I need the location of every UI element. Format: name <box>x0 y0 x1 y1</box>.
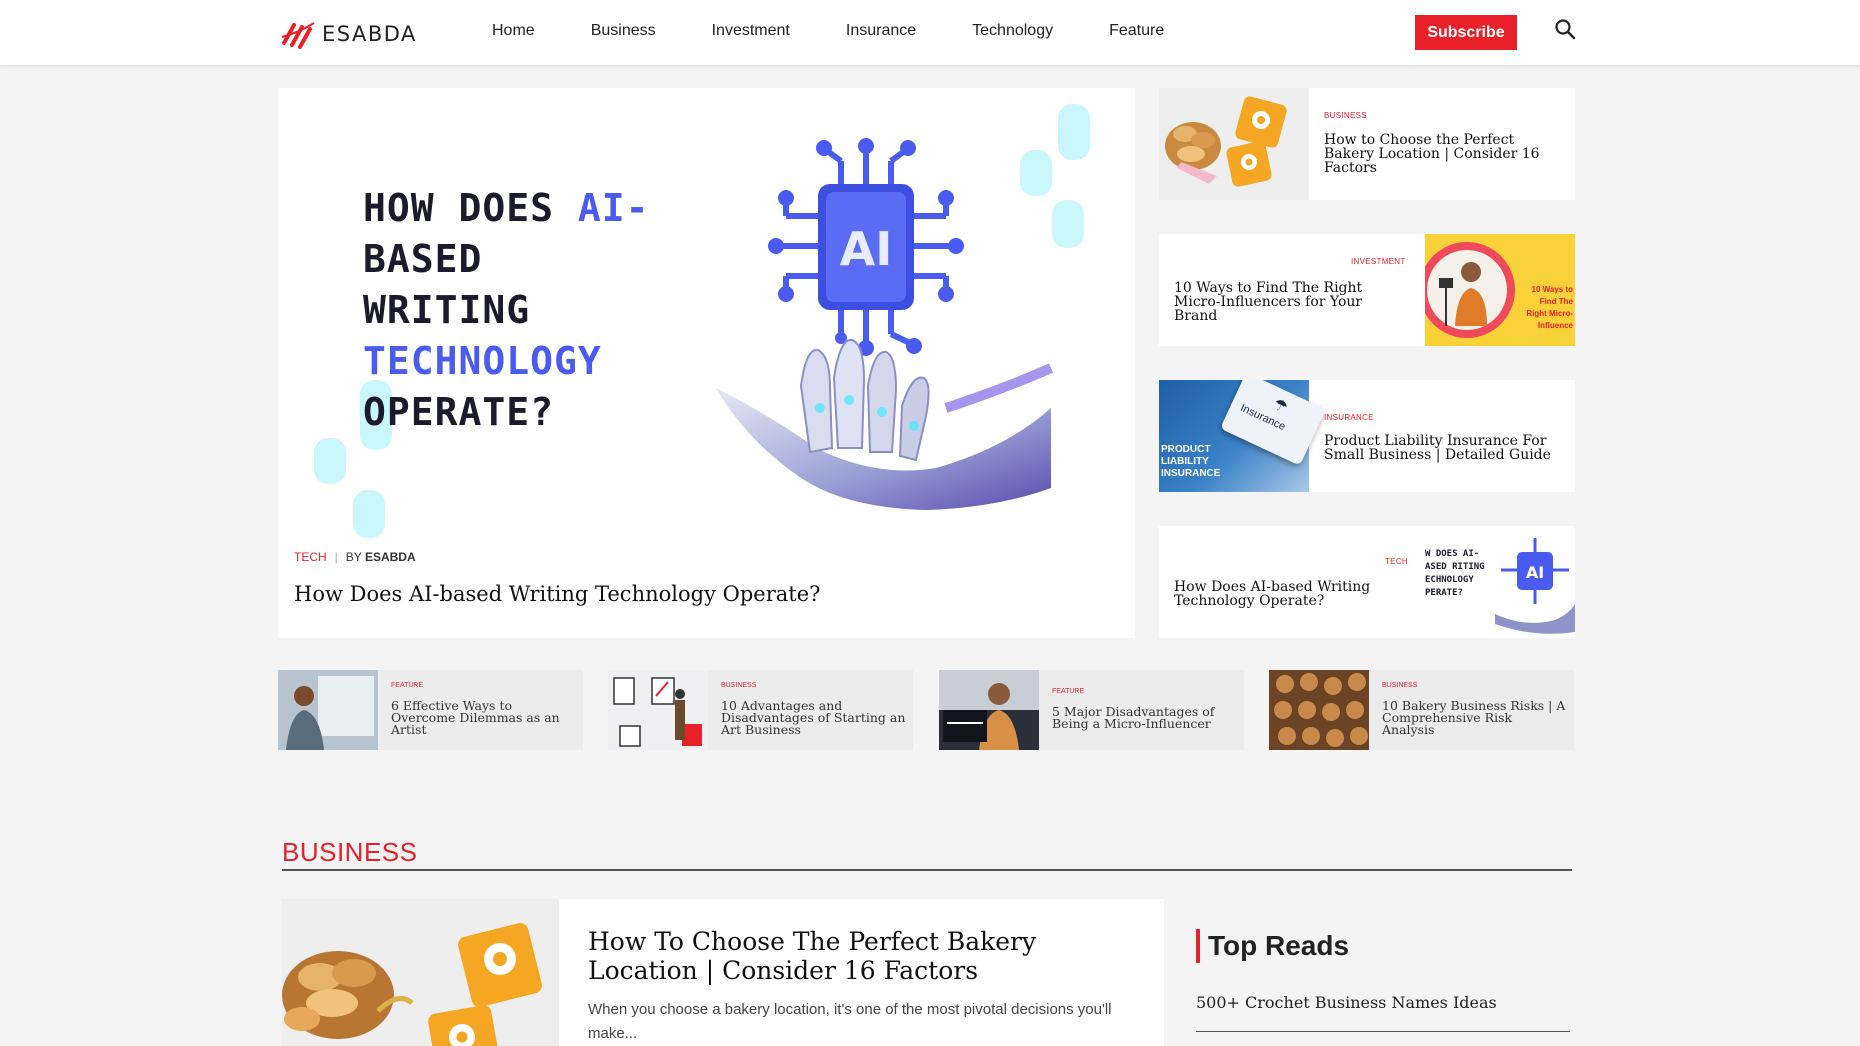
side-card-category[interactable]: INVESTMENT <box>1351 257 1406 266</box>
side-card-title[interactable]: How Does AI-based Writing Technology Ope… <box>1174 580 1384 608</box>
strip-card-4[interactable]: BUSINESS 10 Bakery Business Risks | A Co… <box>1269 670 1574 750</box>
section-divider <box>282 869 1572 871</box>
art-line-3: WRITING <box>363 288 531 332</box>
influencer-thumbnail[interactable]: 10 Ways to Find The Right Micro-Influenc… <box>1425 234 1575 346</box>
search-icon[interactable] <box>1554 18 1576 40</box>
bakery-risks-thumbnail[interactable] <box>1269 670 1369 750</box>
hero-meta: TECH | BY ESABDA <box>294 550 416 564</box>
bakery-featured-thumbnail[interactable] <box>282 899 559 1046</box>
top-reads-divider <box>1196 1031 1570 1032</box>
strip-card-title[interactable]: 5 Major Disadvantages of Being a Micro-I… <box>1052 705 1237 730</box>
side-card-category[interactable]: BUSINESS <box>1324 111 1367 120</box>
side-card-title[interactable]: How to Choose the Perfect Bakery Locatio… <box>1324 133 1554 175</box>
nav-feature[interactable]: Feature <box>1109 22 1164 40</box>
hero-art-title: HOW DOES AI- BASED WRITING TECHNOLOGY OP… <box>363 183 650 438</box>
side-card-2[interactable]: INVESTMENT 10 Ways to Find The Right Mic… <box>1159 234 1575 346</box>
bakery-thumbnail[interactable] <box>1159 88 1309 200</box>
artist-thumbnail[interactable] <box>278 670 378 750</box>
side-card-3[interactable]: Insurance ☂ PRODUCT LIABILITY INSURANCE … <box>1159 380 1575 492</box>
side-card-4[interactable]: TECH How Does AI-based Writing Technolog… <box>1159 526 1575 638</box>
art-line-4: TECHNOLOGY <box>363 339 602 383</box>
hero-byline: BY ESABDA <box>346 550 416 564</box>
strip-card-category[interactable]: BUSINESS <box>1382 682 1417 689</box>
micro-influencer-thumbnail[interactable] <box>939 670 1039 750</box>
art-line-1-highlight: AI- <box>577 186 650 230</box>
svg-text:AI: AI <box>840 222 893 276</box>
nav-home[interactable]: Home <box>492 22 535 40</box>
nav-insurance[interactable]: Insurance <box>846 22 916 40</box>
hero-category[interactable]: TECH <box>294 550 327 564</box>
business-featured-card[interactable]: How To Choose The Perfect Bakery Locatio… <box>282 899 1164 1046</box>
side-card-1[interactable]: BUSINESS How to Choose the Perfect Baker… <box>1159 88 1575 200</box>
business-featured-title[interactable]: How To Choose The Perfect Bakery Locatio… <box>588 927 1148 985</box>
hero-image[interactable]: HOW DOES AI- BASED WRITING TECHNOLOGY OP… <box>278 88 1135 538</box>
umbrella-icon: ☂ <box>1270 395 1291 418</box>
ai-thumbnail[interactable]: W DOES AI- ASED RITING ECHNOLOGY PERATE?… <box>1425 526 1575 638</box>
side-card-title[interactable]: 10 Ways to Find The Right Micro-Influenc… <box>1174 281 1384 323</box>
keyboard-key-graphic: Insurance ☂ <box>1220 380 1326 466</box>
hero-article[interactable]: HOW DOES AI- BASED WRITING TECHNOLOGY OP… <box>278 88 1135 638</box>
ai-chip-icon: AI <box>768 138 964 356</box>
nav-investment[interactable]: Investment <box>712 22 790 40</box>
strip-card-title[interactable]: 10 Bakery Business Risks | A Comprehensi… <box>1382 699 1567 736</box>
business-featured-excerpt: When you choose a bakery location, it's … <box>588 1001 1112 1042</box>
section-heading-business[interactable]: BUSINESS <box>282 837 418 868</box>
brand-mark-icon <box>281 22 315 49</box>
by-prefix: BY <box>345 550 362 564</box>
side-card-category[interactable]: INSURANCE <box>1324 413 1374 422</box>
strip-card-title[interactable]: 10 Advantages and Disadvantages of Start… <box>721 699 906 736</box>
subscribe-button[interactable]: Subscribe <box>1415 15 1517 50</box>
top-reads-widget: Top Reads 500+ Crochet Business Names Id… <box>1165 899 1574 1046</box>
strip-card-3[interactable]: FEATURE 5 Major Disadvantages of Being a… <box>939 670 1244 750</box>
meta-separator: | <box>334 550 338 564</box>
nav-business[interactable]: Business <box>591 22 656 40</box>
main-nav: Home Business Investment Insurance Techn… <box>492 22 1220 40</box>
robot-hand-illustration <box>716 338 1054 510</box>
ai-thumb-text: W DOES AI- ASED RITING ECHNOLOGY PERATE? <box>1425 549 1485 598</box>
influencer-thumb-text: 10 Ways to Find The Right Micro-Influenc… <box>1526 285 1573 330</box>
nav-technology[interactable]: Technology <box>972 22 1053 40</box>
svg-text:AI: AI <box>1526 563 1544 582</box>
insurance-thumbnail[interactable]: Insurance ☂ PRODUCT LIABILITY INSURANCE <box>1159 380 1326 492</box>
site-header: ESABDA Home Business Investment Insuranc… <box>0 0 1860 66</box>
strip-card-title[interactable]: 6 Effective Ways to Overcome Dilemmas as… <box>391 699 576 736</box>
insurance-thumb-text: PRODUCT LIABILITY INSURANCE <box>1161 444 1221 479</box>
art-line-5: OPERATE? <box>363 390 555 434</box>
hero-title[interactable]: How Does AI-based Writing Technology Ope… <box>294 582 820 606</box>
side-card-category[interactable]: TECH <box>1385 557 1408 566</box>
strip-card-2[interactable]: BUSINESS 10 Advantages and Disadvantages… <box>608 670 913 750</box>
logo-text: ESABDA <box>322 22 417 46</box>
strip-card-1[interactable]: FEATURE 6 Effective Ways to Overcome Dil… <box>278 670 583 750</box>
top-reads-item[interactable]: 500+ Crochet Business Names Ideas <box>1196 993 1497 1012</box>
ai-chip-mini-icon: AI <box>1495 538 1575 634</box>
strip-card-category[interactable]: BUSINESS <box>721 682 756 689</box>
hero-author[interactable]: ESABDA <box>365 550 416 564</box>
art-line-2: BASED <box>363 237 483 281</box>
site-logo[interactable]: ESABDA <box>280 18 417 50</box>
top-reads-heading: Top Reads <box>1196 929 1349 963</box>
side-card-title[interactable]: Product Liability Insurance For Small Bu… <box>1324 434 1554 462</box>
art-line-1: HOW DOES <box>363 186 578 230</box>
art-business-thumbnail[interactable] <box>608 670 708 750</box>
strip-card-category[interactable]: FEATURE <box>1052 688 1084 695</box>
strip-card-category[interactable]: FEATURE <box>391 682 423 689</box>
